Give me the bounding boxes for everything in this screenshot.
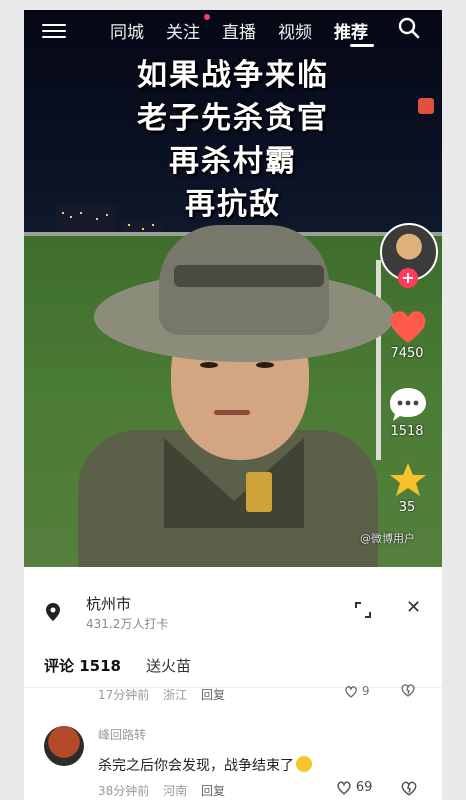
comment-count: 1518 <box>390 424 424 439</box>
left-eye <box>200 362 218 368</box>
mouth <box>214 410 250 415</box>
active-tab-indicator <box>350 44 374 47</box>
dislike-icon[interactable] <box>400 779 418 797</box>
shoulder-patch <box>246 472 272 512</box>
star-icon[interactable] <box>386 460 430 500</box>
video-caption-line-1: 如果战争来临 <box>137 58 329 93</box>
video-caption-line-4: 再抗敌 <box>185 187 281 222</box>
phone-screen: 同城 关注 直播 视频 推荐 如果战争来临 老子先杀贪官 再杀村霸 再抗敌 + … <box>24 10 442 800</box>
commenter-avatar[interactable] <box>44 726 84 766</box>
tab-same-city[interactable]: 同城 <box>110 18 144 43</box>
reply-button[interactable]: 回复 <box>201 784 225 798</box>
comment-text-body: 杀完之后你会发现，战争结束了 <box>98 758 294 774</box>
comment-like-count: 69 <box>355 780 373 795</box>
tab-comments[interactable]: 评论 1518 <box>44 655 121 676</box>
favorite-count: 35 <box>398 500 416 515</box>
notification-dot <box>204 14 210 20</box>
close-icon[interactable]: ✕ <box>406 597 421 618</box>
video-caption-line-2: 老子先杀贪官 <box>137 101 329 136</box>
tab-send-fire[interactable]: 送火苗 <box>146 655 191 676</box>
tab-video[interactable]: 视频 <box>278 18 312 43</box>
menu-icon[interactable] <box>42 20 66 42</box>
tab-live[interactable]: 直播 <box>222 18 256 43</box>
prev-comment-like-count: 9 <box>361 684 370 698</box>
comment-text: 杀完之后你会发现，战争结束了 <box>98 755 312 775</box>
heart-outline-icon <box>337 781 351 795</box>
expand-icon[interactable] <box>354 601 372 619</box>
heart-icon[interactable] <box>386 306 430 346</box>
prev-comment-likes[interactable]: 9 <box>344 684 369 698</box>
right-eye <box>256 362 274 368</box>
comment-meta: 38分钟前 河南 回复 <box>98 782 235 799</box>
hat-band <box>174 265 324 287</box>
prev-comment-region: 浙江 <box>163 688 188 702</box>
comment-likes[interactable]: 69 <box>336 780 372 795</box>
search-icon[interactable] <box>398 17 420 39</box>
comment-region: 河南 <box>163 784 188 798</box>
location-checkins: 431.2万人打卡 <box>86 617 169 631</box>
comment-icon[interactable] <box>386 384 430 424</box>
commenter-name[interactable]: 峰回路转 <box>98 726 146 743</box>
comment-time: 38分钟前 <box>98 784 150 798</box>
prev-comment-time: 17分钟前 <box>98 688 150 702</box>
badge-icon <box>418 98 434 114</box>
laughing-emoji-icon <box>296 756 312 772</box>
follow-plus-icon[interactable]: + <box>398 268 418 288</box>
dislike-icon[interactable] <box>400 682 416 698</box>
location-pin-icon <box>46 603 60 621</box>
prev-reply-button[interactable]: 回复 <box>201 688 225 702</box>
location-name[interactable]: 杭州市 <box>86 593 131 614</box>
weibo-watermark: @微博用户 <box>360 532 415 545</box>
tab-following[interactable]: 关注 <box>166 18 200 43</box>
video-caption-line-3: 再杀村霸 <box>169 144 297 179</box>
tab-recommended[interactable]: 推荐 <box>334 18 368 43</box>
like-count: 7450 <box>390 346 424 361</box>
heart-outline-icon <box>345 686 357 698</box>
prev-comment-meta: 17分钟前 浙江 回复 <box>98 686 235 703</box>
video-player[interactable]: 同城 关注 直播 视频 推荐 如果战争来临 老子先杀贪官 再杀村霸 再抗敌 + … <box>24 10 442 567</box>
